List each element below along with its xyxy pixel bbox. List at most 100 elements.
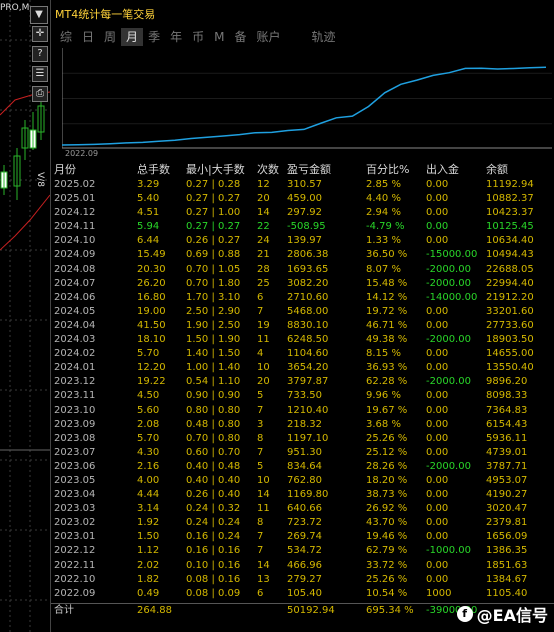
table-row: 2024.10 6.44 0.26 | 0.27 24 139.97 1.33 % 0.00…	[51, 234, 554, 248]
table-cell: 2022.12	[54, 545, 96, 557]
total-cell	[186, 604, 257, 618]
help-icon[interactable]: ?	[32, 46, 48, 62]
table-cell: 2022.10	[54, 573, 96, 585]
table-cell: 466.96	[287, 559, 322, 571]
table-cell: 459.00	[287, 193, 322, 205]
table-cell: 951.30	[287, 446, 322, 458]
column-header: 月份	[54, 163, 76, 176]
table-cell: 19.00	[137, 305, 166, 317]
table-cell: 0.00	[426, 193, 449, 205]
table-cell: 11	[257, 503, 270, 515]
table-cell: 0.48 | 0.80	[186, 418, 241, 430]
table-cell: 26.92 %	[366, 503, 408, 515]
table-cell: 1.12	[137, 545, 160, 557]
table-cell: 12.20	[137, 362, 166, 374]
table-cell: 1169.80	[287, 489, 329, 501]
table-cell: 2023.01	[54, 531, 96, 543]
table-cell: 4953.07	[486, 474, 528, 486]
table-cell: 0.00	[426, 474, 449, 486]
table-row: 2023.03 3.14 0.24 | 0.32 11 640.66 26.92 % 0.0…	[51, 502, 554, 516]
table-cell: 139.97	[287, 235, 322, 247]
tab-9[interactable]: 账户	[251, 28, 306, 46]
tab-3[interactable]: 月	[121, 28, 144, 46]
tab-0[interactable]: 综	[55, 28, 77, 46]
table-cell: 4.40 %	[366, 193, 401, 205]
table-cell: 1693.65	[287, 263, 329, 275]
table-row: 2024.08 20.30 0.70 | 1.05 28 1693.65 8.07 % -2…	[51, 263, 554, 277]
table-header: 月份 总手数 最小|大手数 次数 盈亏金额 百分比% 出入金 余额	[51, 162, 554, 178]
tab-5[interactable]: 年	[165, 28, 187, 46]
table-cell: -1000.00	[426, 545, 471, 557]
table-cell: 21	[257, 249, 270, 261]
tab-8[interactable]: 备	[229, 28, 251, 46]
table-cell: 33201.60	[486, 305, 534, 317]
table-cell: 1384.67	[486, 573, 528, 585]
table-cell: -508.95	[287, 221, 326, 233]
table-cell: 0.24 | 0.32	[186, 503, 241, 515]
table-cell: 21912.20	[486, 291, 534, 303]
tab-2[interactable]: 周	[99, 28, 121, 46]
print-icon[interactable]: ⎙	[32, 86, 48, 102]
table-cell: 10494.43	[486, 249, 534, 261]
table-cell: 0.90 | 0.90	[186, 390, 241, 402]
table-cell: 0.00	[426, 207, 449, 219]
table-cell: 28	[257, 263, 270, 275]
column-header: 百分比%	[366, 163, 410, 176]
table-cell: 10125.45	[486, 221, 534, 233]
stats-panel: MT4统计每一笔交易 综日周月季年币 M 备账户 轨迹 2022.09 月份 总手数 最小…	[50, 0, 554, 632]
table-cell: 4	[257, 348, 264, 360]
table-cell: 19.72 %	[366, 305, 408, 317]
table-cell: 2025.02	[54, 179, 96, 190]
table-cell: 2.08	[137, 418, 160, 430]
table-cell: 26.20	[137, 277, 166, 289]
tab-10[interactable]: 轨迹	[306, 28, 340, 46]
table-cell: 19.46 %	[366, 531, 408, 543]
table-cell: 2023.10	[54, 404, 96, 416]
table-cell: 4.00	[137, 474, 160, 486]
table-cell: 49.38 %	[366, 334, 408, 346]
table-cell: 25.12 %	[366, 446, 408, 458]
table-cell: 0.49	[137, 587, 160, 599]
menu-icon[interactable]: ☰	[32, 66, 48, 82]
equity-curve-chart	[62, 48, 552, 149]
table-cell: 2024.10	[54, 235, 96, 247]
table-cell: 2710.60	[287, 291, 329, 303]
table-row: 2022.09 0.49 0.08 | 0.09 6 105.40 10.54 % 1000…	[51, 587, 554, 601]
table-cell: 46.71 %	[366, 319, 408, 331]
table-cell: 5.40	[137, 193, 160, 205]
table-cell: 0.00	[426, 531, 449, 543]
table-cell: 20	[257, 376, 270, 388]
crosshair-icon[interactable]: ✛	[32, 26, 48, 42]
table-cell: 11	[257, 334, 270, 346]
table-cell: 20	[257, 193, 270, 205]
table-cell: 14655.00	[486, 348, 534, 360]
table-cell: 0.00	[426, 221, 449, 233]
table-cell: 0.00	[426, 348, 449, 360]
table-cell: 0.00	[426, 319, 449, 331]
table-row: 2025.01 5.40 0.27 | 0.27 20 459.00 4.40 % 0.00…	[51, 192, 554, 206]
table-cell: 10634.40	[486, 235, 534, 247]
tab-6[interactable]: 币	[187, 28, 209, 46]
table-cell: 2023.07	[54, 446, 96, 458]
table-cell: 20.30	[137, 263, 166, 275]
dropdown-arrow-button[interactable]: ▼	[30, 6, 48, 24]
table-cell: 640.66	[287, 503, 322, 515]
tab-7[interactable]: M	[209, 28, 229, 46]
chart-symbol-label: PRO,M	[0, 3, 30, 13]
table-row: 2024.12 4.51 0.27 | 1.00 14 297.92 2.94 % 0.00…	[51, 206, 554, 220]
tab-4[interactable]: 季	[143, 28, 165, 46]
tab-1[interactable]: 日	[77, 28, 99, 46]
table-cell: 4.51	[137, 207, 160, 219]
table-cell: 12	[257, 179, 270, 190]
table-cell: 4190.27	[486, 489, 528, 501]
table-cell: 269.74	[287, 531, 322, 543]
table-cell: 1.90 | 2.50	[186, 319, 241, 331]
table-row: 2024.01 12.20 1.00 | 1.40 10 3654.20 36.93 % 0…	[51, 361, 554, 375]
table-cell: 2024.05	[54, 305, 96, 317]
table-cell: 25	[257, 277, 270, 289]
total-cell: 合计	[54, 604, 74, 616]
table-cell: 28.26 %	[366, 460, 408, 472]
table-cell: 19	[257, 319, 270, 331]
table-row: 2023.07 4.30 0.60 | 0.70 7 951.30 25.12 % 0.00…	[51, 446, 554, 460]
table-cell: 2024.02	[54, 348, 96, 360]
